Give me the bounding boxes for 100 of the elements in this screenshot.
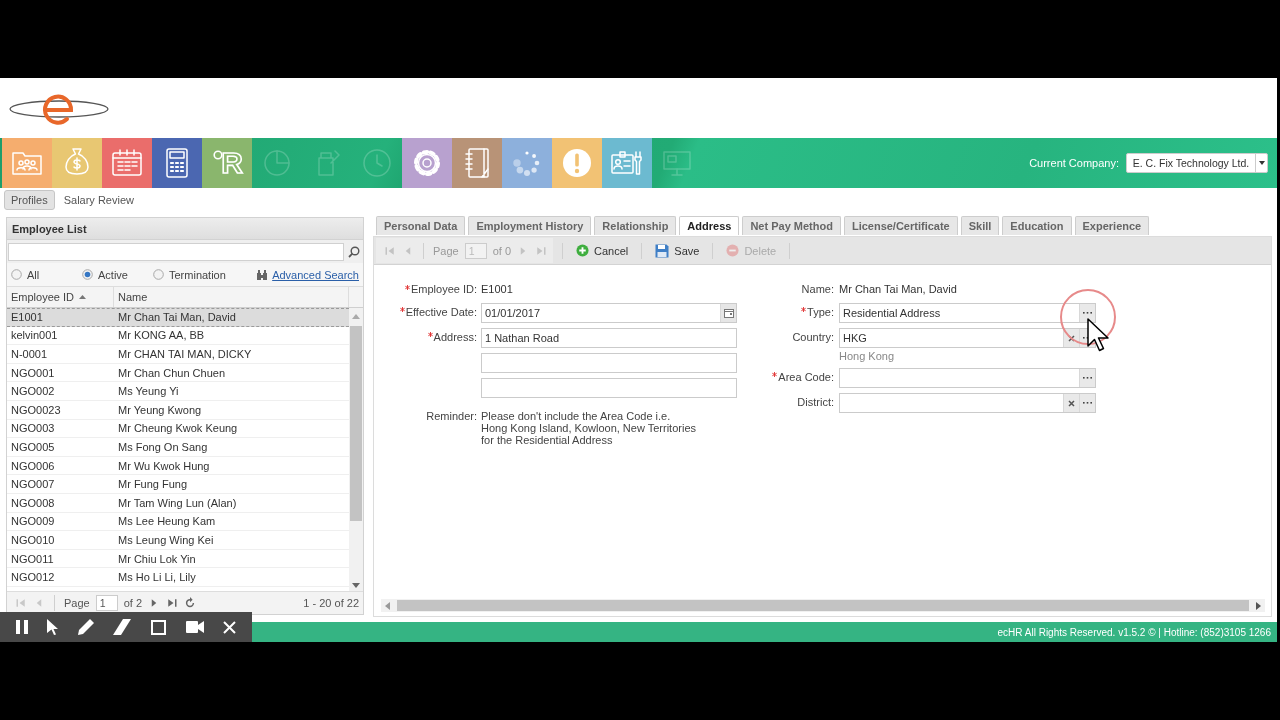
tab[interactable]: Relationship [594, 216, 677, 235]
employee-row[interactable]: NGO007 Mr Fung Fung [7, 475, 349, 494]
tab[interactable]: Net Pay Method [742, 216, 841, 235]
tab[interactable]: Address [679, 216, 740, 235]
click-highlight-icon [1059, 288, 1117, 346]
employee-row[interactable]: NGO001 Mr Chan Chun Chuen [7, 363, 349, 383]
text-field[interactable]: 1 Nathan Road [481, 328, 737, 348]
pager-total: of 2 [123, 597, 143, 609]
clear-icon [1068, 334, 1075, 342]
clear-button[interactable] [1063, 394, 1079, 412]
table-cell-text: NGO005 [10, 440, 56, 453]
table-cell-text: Mr Fung Fung [117, 478, 188, 491]
tab[interactable]: Employment History [468, 216, 592, 235]
employee-row[interactable]: kelvin001 Mr KONG AA, BB [7, 326, 349, 346]
employee-row[interactable]: NGO009 Ms Lee Heung Kam [7, 512, 349, 532]
module-button[interactable] [102, 138, 152, 188]
employee-row[interactable]: NGO011 Mr Chiu Lok Yin [7, 549, 349, 569]
field-label: Address: [433, 330, 477, 345]
employee-row[interactable]: NGO008 Mr Tam Wing Lun (Alan) [7, 493, 349, 513]
lookup-field[interactable]: Residential Address [839, 303, 1096, 323]
caret-right-icon [1256, 601, 1261, 610]
tab[interactable]: Experience [1074, 216, 1150, 235]
field-description: Hong Kong [839, 349, 896, 363]
lookup-field[interactable] [839, 393, 1096, 413]
lookup-button[interactable] [1079, 304, 1095, 322]
table-cell-text: Mr Chan Chun Chuen [117, 366, 225, 379]
text-field[interactable] [481, 378, 737, 398]
tab[interactable]: Personal Data [376, 216, 466, 235]
module-button[interactable] [452, 138, 502, 188]
close-icon[interactable] [223, 620, 237, 634]
table-cell-text: NGO002 [10, 385, 56, 398]
vertical-scrollbar[interactable] [349, 308, 363, 591]
table-cell-text: Mr CHAN TAI MAN, DICKY [117, 348, 252, 360]
table-cell-text: Mr Cheung Kwok Keung [117, 422, 238, 435]
filter-radio[interactable]: Active [82, 268, 153, 281]
table-cell-text: Ms Lee Heung Kam [117, 515, 216, 528]
column-header[interactable]: Name [114, 287, 349, 307]
field-label: Reminder: [426, 410, 477, 422]
table-cell-text: Mr Yeung Kwong [117, 403, 202, 416]
date-picker-button[interactable] [720, 304, 736, 322]
field-value: E1001 [481, 282, 513, 297]
caret-up-icon [352, 314, 360, 319]
filter-radio[interactable]: Termination [153, 268, 226, 281]
date-field[interactable]: 01/01/2017 [481, 303, 737, 323]
tab[interactable]: Skill [960, 216, 1000, 235]
table-cell-text: Ms Fong On Sang [117, 440, 208, 453]
caret-left-icon [385, 601, 390, 610]
table-cell-text: Ms Yeung Yi [117, 385, 179, 398]
employee-row[interactable]: NGO006 Mr Wu Kwok Hung [7, 456, 349, 476]
clear-icon [1068, 399, 1075, 407]
table-cell-text: NGO006 [10, 459, 56, 472]
last-page-icon[interactable] [166, 597, 179, 609]
pen-icon[interactable] [77, 619, 94, 635]
lookup-field[interactable] [839, 368, 1096, 388]
tab[interactable]: License/Certificate [843, 216, 958, 235]
ring-icon [213, 150, 223, 160]
cancel-button[interactable]: Cancel [572, 239, 633, 262]
tab[interactable]: Salary Review [56, 190, 141, 210]
company-dropdown[interactable]: E. C. Fix Technology Ltd. [1126, 153, 1268, 173]
pager-label: Page [64, 597, 90, 609]
filter-radio[interactable]: All [11, 268, 82, 281]
highlighter-icon[interactable] [113, 619, 132, 635]
module-button[interactable] [402, 138, 452, 188]
module-button[interactable] [602, 138, 652, 188]
employee-row[interactable]: NGO002 Ms Yeung Yi [7, 382, 349, 401]
text-field[interactable] [481, 353, 737, 373]
employee-row[interactable]: NGO0023 Mr Yeung Kwong [7, 400, 349, 420]
field-label: Name: [801, 282, 834, 297]
pause-icon[interactable] [15, 620, 28, 634]
horizontal-scrollbar[interactable] [381, 599, 1265, 612]
table-cell-text: NGO003 [10, 422, 56, 435]
refresh-icon[interactable] [184, 597, 197, 609]
cursor-icon [1087, 318, 1109, 352]
video-camera-icon[interactable] [185, 621, 204, 633]
square-icon[interactable] [151, 619, 167, 635]
employee-row[interactable]: NGO012 Ms Ho Li Li, Lily [7, 568, 349, 587]
table-cell-text: Mr Chiu Lok Yin [117, 552, 196, 565]
advanced-search-link[interactable]: Advanced Search [272, 268, 359, 281]
employee-row[interactable]: NGO003 Mr Cheung Kwok Keung [7, 419, 349, 439]
save-button[interactable]: Save [651, 239, 704, 262]
pointer-icon[interactable] [47, 619, 59, 635]
search-field[interactable] [8, 242, 344, 261]
employee-row[interactable]: E1001 Mr Chan Tai Man, David [7, 308, 349, 327]
search-icon [348, 245, 360, 258]
caret-down-icon [352, 583, 360, 588]
module-button[interactable] [152, 138, 202, 188]
clock-icon [361, 147, 393, 179]
employee-row[interactable]: N-0001 Mr CHAN TAI MAN, DICKY [7, 345, 349, 364]
table-cell-text: E1001 [10, 311, 44, 324]
calendar-icon [723, 308, 734, 318]
tab[interactable]: Profiles [4, 190, 55, 210]
pager-total: of 0 [492, 244, 512, 257]
employee-row[interactable]: NGO005 Ms Fong On Sang [7, 438, 349, 457]
page-input[interactable]: 1 [95, 595, 118, 611]
tab[interactable]: Education [1002, 216, 1072, 235]
table-cell-text: Mr Chan Tai Man, David [117, 311, 236, 324]
column-header[interactable]: Employee ID [7, 287, 114, 307]
employee-row[interactable]: NGO010 Ms Leung Wing Kei [7, 531, 349, 550]
table-cell-text: N-0001 [10, 348, 49, 360]
pager-label: Page [433, 244, 459, 257]
